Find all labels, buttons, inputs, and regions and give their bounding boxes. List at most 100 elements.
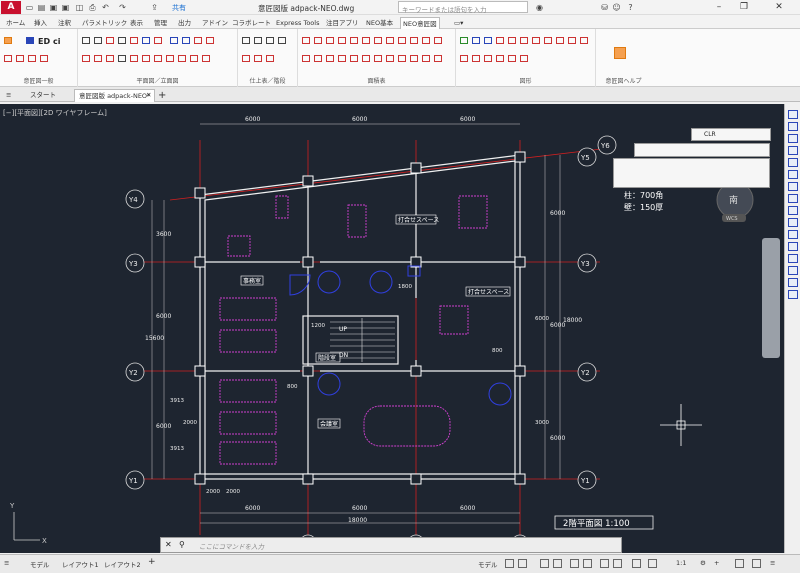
wall-icon[interactable] [40,55,48,62]
shape4-icon[interactable] [532,37,540,44]
stair-icon[interactable] [82,55,90,62]
scale-dropdown[interactable]: 1:1 [676,559,686,567]
shape-icon[interactable] [496,37,504,44]
share-button[interactable]: 共有 [172,3,186,13]
area21-icon[interactable] [398,55,406,62]
mark6-icon[interactable] [190,55,198,62]
customize-icon[interactable]: ≡ [770,559,775,567]
snap-mode-icon[interactable] [518,559,527,568]
isolate-icon[interactable] [735,559,744,568]
new-tab-icon[interactable]: + [154,89,170,102]
cart-icon[interactable]: ⛁ [600,3,609,12]
navigation-bar[interactable] [762,238,780,358]
area5-icon[interactable] [350,37,358,44]
area4-icon[interactable] [338,37,346,44]
palette-icon[interactable] [788,170,798,179]
area13-icon[interactable] [302,55,310,62]
tab-collaborate[interactable]: コラボレート [230,17,273,29]
clr-button[interactable]: CLR [704,131,716,138]
table-icon[interactable] [242,37,250,44]
palette-icon[interactable] [788,194,798,203]
rect2-icon[interactable] [182,37,190,44]
viewport-label[interactable]: [−][平面図][2D ワイヤフレーム] [3,108,107,118]
area14-icon[interactable] [314,55,322,62]
palette-icon[interactable] [788,182,798,191]
plus-icon[interactable]: + [714,559,719,567]
shape7-icon[interactable] [568,37,576,44]
tab-more-icon[interactable]: ▭▾ [452,17,465,29]
grid-icon[interactable] [4,37,12,44]
help-book-icon[interactable] [614,47,626,59]
shape10-icon[interactable] [472,55,480,62]
shape12-icon[interactable] [496,55,504,62]
grid-mode-icon[interactable] [505,559,514,568]
area8-icon[interactable] [386,37,394,44]
door-icon[interactable] [16,55,24,62]
hatch2-icon[interactable] [94,37,102,44]
menu-icon[interactable]: ≡ [2,89,15,102]
palette-icon[interactable] [788,278,798,287]
undo-icon[interactable]: ↶ [101,3,110,12]
otrack-icon[interactable] [583,559,592,568]
hatch-icon[interactable] [82,37,90,44]
ci-button[interactable]: ci [53,37,60,46]
car-icon[interactable] [472,37,480,44]
shape8-icon[interactable] [580,37,588,44]
transparency-icon[interactable] [613,559,622,568]
area9-icon[interactable] [398,37,406,44]
area19-icon[interactable] [374,55,382,62]
shape2-icon[interactable] [508,37,516,44]
command-line[interactable]: ✕ ⚲ ここにコマンドを入力 [160,537,622,553]
add-layout-icon[interactable]: + [148,557,156,567]
area18-icon[interactable] [362,55,370,62]
area10-icon[interactable] [410,37,418,44]
table2-icon[interactable] [254,37,262,44]
area6-icon[interactable] [362,37,370,44]
tab-addins[interactable]: アドイン [200,17,230,29]
shape9-icon[interactable] [460,55,468,62]
tab-home[interactable]: ホーム [4,17,27,29]
stairs3-icon[interactable] [266,55,274,62]
stairs-icon[interactable] [242,55,250,62]
palette-icon[interactable] [788,266,798,275]
command-input[interactable]: ここにコマンドを入力 [199,541,264,551]
rect3-icon[interactable] [194,37,202,44]
search-input[interactable]: キーワードまたは語句を入力 [398,1,528,14]
layer-icon[interactable] [26,37,34,44]
table3-icon[interactable] [266,37,274,44]
mark3-icon[interactable] [154,55,162,62]
area23-icon[interactable] [422,55,430,62]
area20-icon[interactable] [386,55,394,62]
arc-icon[interactable] [4,55,12,62]
tab-insert[interactable]: 挿入 [32,17,49,29]
mark2-icon[interactable] [142,55,150,62]
save-icon[interactable]: ▣ [49,3,58,12]
close-icon[interactable]: ✕ [758,0,800,15]
redo-icon[interactable]: ↷ [118,3,127,12]
area22-icon[interactable] [410,55,418,62]
area7-icon[interactable] [374,37,382,44]
person-icon[interactable]: ☺ [612,3,621,12]
mark7-icon[interactable] [202,55,210,62]
tab-parametric[interactable]: パラメトリック [80,17,129,29]
osnap-icon[interactable] [570,559,579,568]
tab-featured-apps[interactable]: 注目アプリ [324,17,361,29]
palette-icon[interactable] [788,122,798,131]
column-icon[interactable] [106,37,114,44]
palette-icon[interactable] [788,254,798,263]
palette-icon[interactable] [788,290,798,299]
area12-icon[interactable] [434,37,442,44]
model-space-button[interactable]: モデル [478,559,498,569]
tree-icon[interactable] [460,37,468,44]
line-icon[interactable] [118,37,126,44]
text-icon[interactable] [118,55,126,62]
area16-icon[interactable] [338,55,346,62]
beam-icon[interactable] [206,37,214,44]
elevator-icon[interactable] [106,55,114,62]
tab-neo-design[interactable]: NEO意匠図 [400,17,440,29]
tab-manage[interactable]: 管理 [152,17,169,29]
area15-icon[interactable] [326,55,334,62]
print-icon[interactable]: ⎙ [88,3,97,12]
shape13-icon[interactable] [508,55,516,62]
hardware-accel-icon[interactable] [752,559,761,568]
